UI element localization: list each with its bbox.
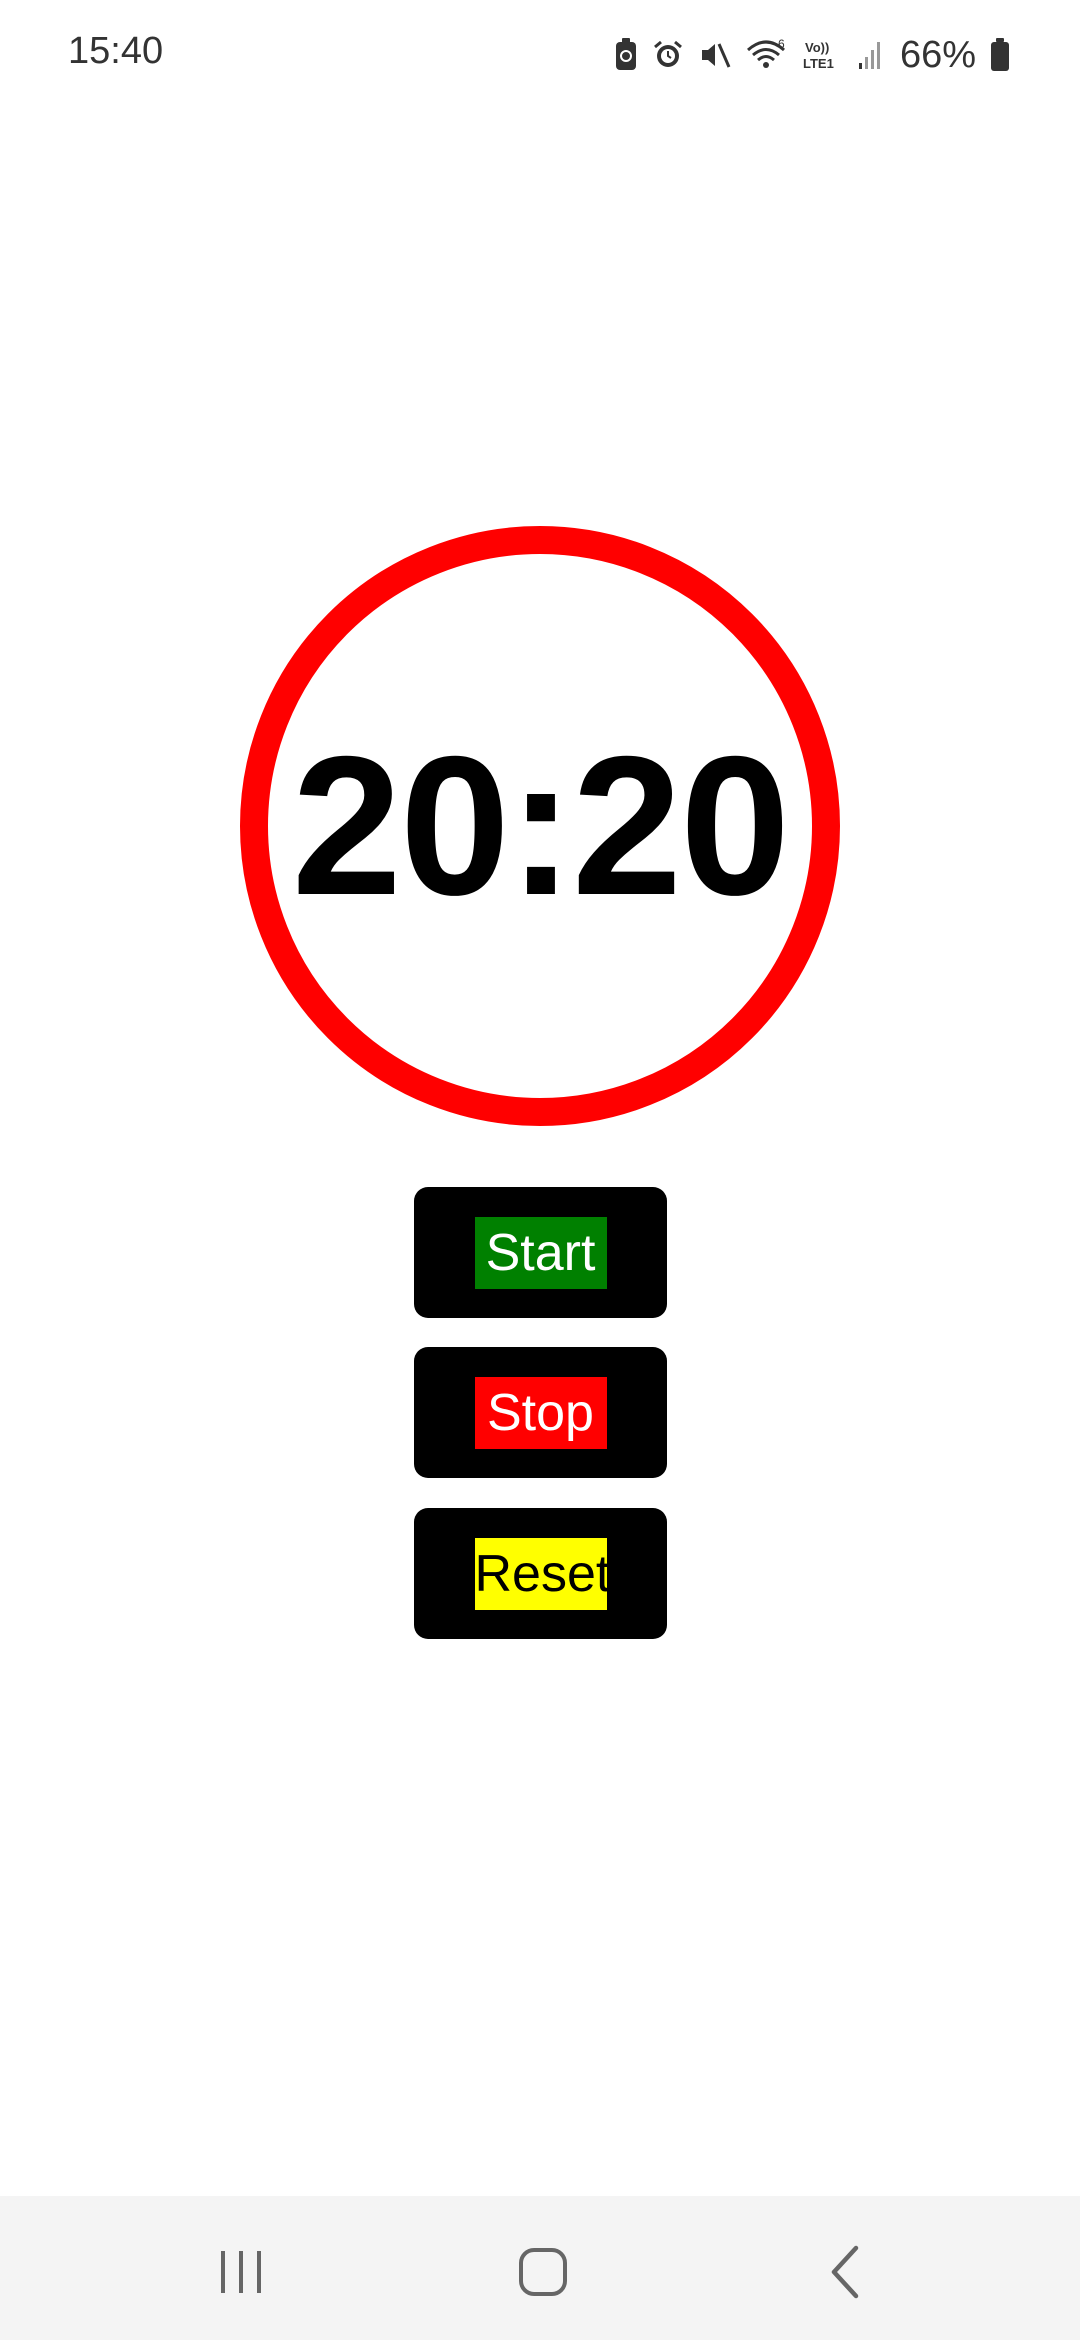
signal-icon (858, 39, 882, 71)
battery-percent: 66% (899, 33, 976, 76)
svg-text:LTE1: LTE1 (803, 56, 834, 71)
start-button-label: Start (474, 1216, 607, 1289)
back-button[interactable] (806, 2232, 886, 2312)
mute-icon (698, 39, 732, 71)
home-icon (519, 2248, 567, 2296)
back-icon (831, 2245, 859, 2299)
battery-saver-icon (614, 38, 638, 72)
svg-text:Vo)): Vo)) (805, 40, 829, 55)
stop-button[interactable]: Stop (414, 1347, 667, 1478)
status-time: 15:40 (68, 30, 164, 72)
battery-icon (990, 38, 1010, 72)
alarm-icon (652, 39, 684, 71)
reset-button[interactable]: Reset (414, 1508, 667, 1639)
stop-button-label: Stop (474, 1376, 607, 1449)
start-button[interactable]: Start (414, 1187, 667, 1318)
wifi-icon: 6 (746, 38, 788, 72)
navigation-bar (0, 2196, 1080, 2340)
recents-icon (221, 2251, 261, 2293)
reset-button-label: Reset (474, 1537, 610, 1610)
status-icons: 6 Vo)) LTE1 66% (614, 30, 1010, 80)
timer-display: 20:20 (291, 715, 790, 936)
home-button[interactable] (503, 2232, 583, 2312)
status-bar: 15:40 6 Vo)) LTE1 66% (0, 0, 1080, 110)
timer-ring: 20:20 (240, 526, 840, 1126)
recents-button[interactable] (201, 2232, 281, 2312)
volte-lte-icon: Vo)) LTE1 (802, 38, 844, 72)
svg-text:6: 6 (778, 38, 785, 51)
